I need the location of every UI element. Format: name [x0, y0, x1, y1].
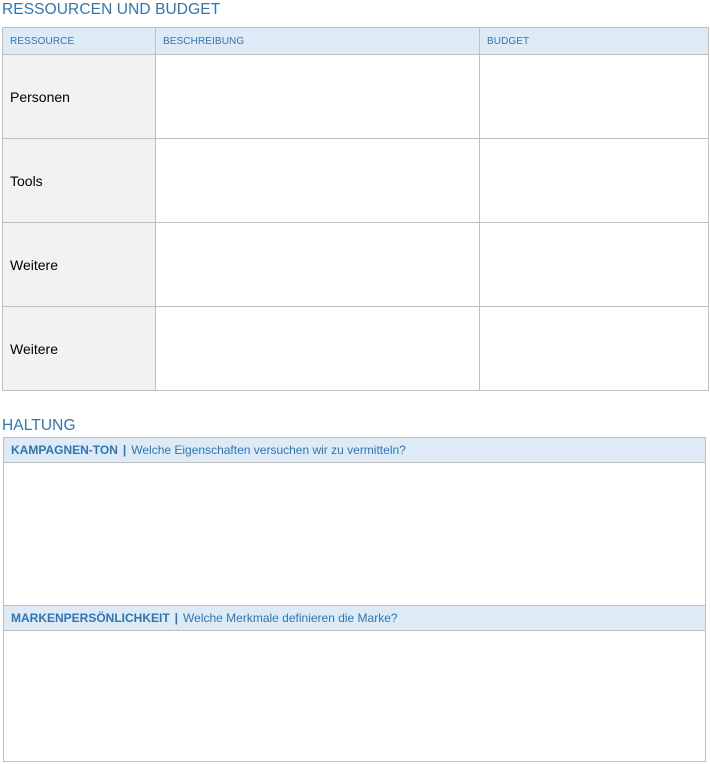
brand-personality-question: Welche Merkmale definieren die Marke?	[183, 611, 398, 625]
campaign-tone-label: KAMPAGNEN-TON	[11, 443, 118, 457]
brand-personality-box: MARKENPERSÖNLICHKEIT | Welche Merkmale d…	[3, 605, 706, 762]
table-row: Personen	[2, 54, 709, 139]
budget-cell[interactable]	[479, 138, 709, 223]
resources-title: RESSOURCEN UND BUDGET	[2, 1, 221, 18]
resource-label: Personen	[2, 54, 156, 139]
description-cell[interactable]	[155, 138, 480, 223]
resource-label: Tools	[2, 138, 156, 223]
brand-personality-label: MARKENPERSÖNLICHKEIT	[11, 611, 170, 625]
campaign-tone-question: Welche Eigenschaften versuchen wir zu ve…	[131, 443, 406, 457]
description-cell[interactable]	[155, 306, 480, 391]
separator: |	[174, 611, 179, 625]
table-header-row: RESSOURCE BESCHREIBUNG BUDGET	[2, 27, 709, 55]
table-row: Tools	[2, 138, 709, 223]
resource-label: Weitere	[2, 222, 156, 307]
table-row: Weitere	[2, 306, 709, 391]
attitude-title: HALTUNG	[2, 417, 76, 434]
resource-label: Weitere	[2, 306, 156, 391]
budget-cell[interactable]	[479, 222, 709, 307]
separator: |	[122, 443, 127, 457]
budget-cell[interactable]	[479, 54, 709, 139]
resources-table: RESSOURCE BESCHREIBUNG BUDGET Personen T…	[2, 27, 709, 391]
description-cell[interactable]	[155, 54, 480, 139]
campaign-tone-header: KAMPAGNEN-TON | Welche Eigenschaften ver…	[4, 438, 705, 463]
table-row: Weitere	[2, 222, 709, 307]
campaign-tone-box: KAMPAGNEN-TON | Welche Eigenschaften ver…	[3, 437, 706, 607]
brand-personality-header: MARKENPERSÖNLICHKEIT | Welche Merkmale d…	[4, 606, 705, 631]
column-header-description: BESCHREIBUNG	[155, 27, 480, 55]
description-cell[interactable]	[155, 222, 480, 307]
budget-cell[interactable]	[479, 306, 709, 391]
column-header-resource: RESSOURCE	[2, 27, 156, 55]
column-header-budget: BUDGET	[479, 27, 709, 55]
